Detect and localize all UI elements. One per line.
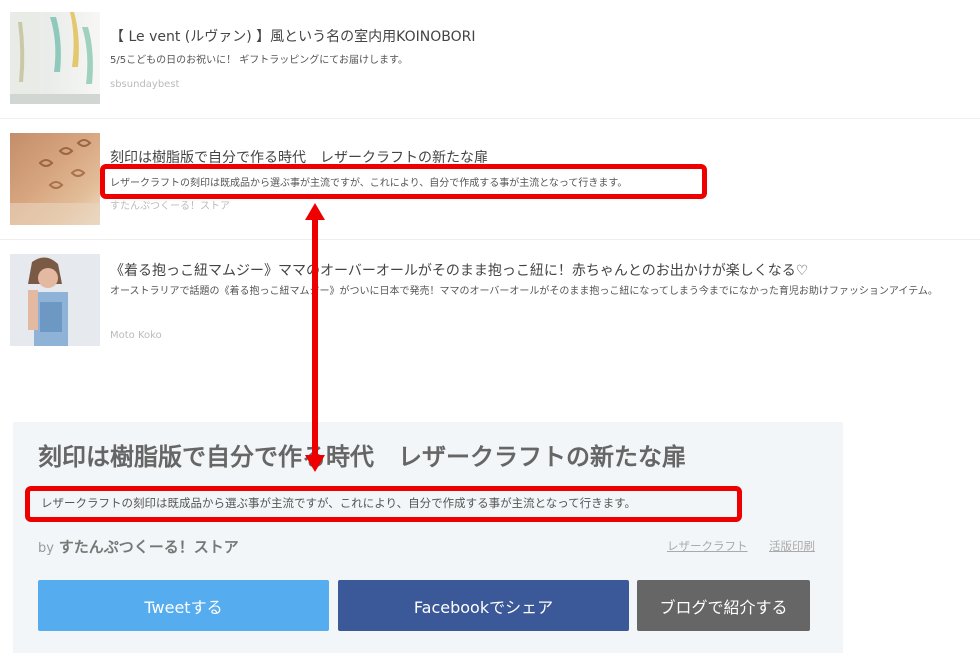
- item-author[interactable]: sbsundaybest: [110, 79, 179, 90]
- item-title[interactable]: 《着る抱っこ紐マムジー》ママのオーバーオールがそのまま抱っこ紐に！赤ちゃんとのお…: [110, 260, 808, 280]
- arrow-down-icon: [305, 455, 325, 472]
- list-item[interactable]: 《着る抱っこ紐マムジー》ママのオーバーオールがそのまま抱っこ紐に！赤ちゃんとのお…: [0, 254, 980, 349]
- divider: [0, 239, 980, 240]
- highlight-box-list-description: [100, 164, 707, 199]
- highlight-box-detail-description: [25, 486, 742, 522]
- tag-leathercraft[interactable]: レザークラフト: [667, 538, 748, 554]
- divider: [0, 118, 980, 119]
- list-item[interactable]: 【 Le vent (ルヴァン) 】風という名の室内用KOINOBORI 5/5…: [0, 12, 980, 107]
- item-description: 5/5こどもの日のお祝いに！ ギフトラッピングにてお届けします。: [110, 55, 408, 66]
- mother-overalls-photo[interactable]: [10, 254, 100, 346]
- leather-stamp-photo[interactable]: [10, 133, 100, 225]
- tweet-button[interactable]: Tweetする: [38, 580, 329, 631]
- byline-prefix: by: [38, 541, 54, 556]
- item-author[interactable]: Moto Koko: [110, 330, 162, 341]
- article-title: 刻印は樹脂版で自分で作る時代 レザークラフトの新たな扉: [38, 443, 686, 471]
- byline-author[interactable]: すたんぷつくーる！ストア: [59, 538, 239, 556]
- item-title[interactable]: 【 Le vent (ルヴァン) 】風という名の室内用KOINOBORI: [110, 26, 475, 46]
- facebook-share-button[interactable]: Facebookでシェア: [338, 580, 629, 631]
- item-author[interactable]: すたんぷつくーる！ストア: [110, 197, 230, 212]
- arrow-shaft: [312, 218, 318, 456]
- blog-share-button[interactable]: ブログで紹介する: [637, 580, 810, 631]
- article-byline: by すたんぷつくーる！ストア: [38, 536, 239, 557]
- koinobori-photo[interactable]: [10, 12, 100, 104]
- tag-letterpress[interactable]: 活版印刷: [769, 538, 815, 554]
- item-description: オーストラリアで話題の《着る抱っこ紐マムジー》がついに日本で発売！ママのオーバー…: [110, 286, 938, 297]
